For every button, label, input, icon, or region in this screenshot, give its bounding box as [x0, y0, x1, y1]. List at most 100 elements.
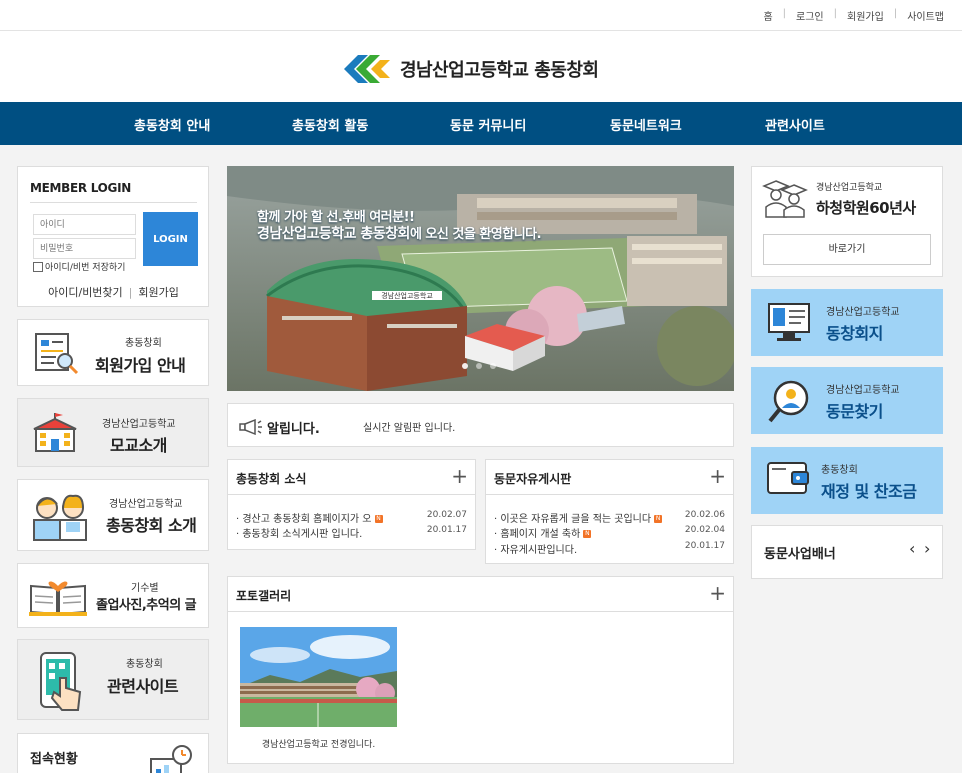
board-title: 총동창회 소식	[236, 472, 307, 486]
history-sub: 경남산업고등학교	[816, 183, 883, 193]
nav-network[interactable]: 동문네트워크	[610, 115, 682, 134]
list-item: · 홈페이지 개설 축하 N 20.02.04	[494, 525, 725, 540]
banner-line-2: 경남산업고등학교 총동창회에 오신 것을 환영합니다.	[257, 223, 542, 243]
card-related-sites[interactable]: 총동창회 관련사이트	[17, 639, 209, 720]
password-input[interactable]	[33, 238, 136, 259]
card-sub: 경남산업고등학교	[826, 307, 900, 318]
card-main: 관련사이트	[107, 677, 179, 696]
list-item: · 총동창회 소식게시판 입니다. 20.01.17	[236, 525, 467, 540]
post-title[interactable]: · 홈페이지 개설 축하 N	[494, 525, 592, 540]
post-date: 20.01.17	[426, 525, 467, 535]
new-badge-icon: N	[583, 530, 592, 538]
save-login-label: 아이디/비번 저장하기	[45, 263, 126, 273]
join-member-link[interactable]: 회원가입	[138, 286, 178, 299]
board-title: 동문자유게시판	[494, 472, 572, 486]
new-badge-icon: N	[374, 515, 383, 523]
history-book-box: 경남산업고등학교 하청학원60년사 바로가기	[751, 166, 943, 277]
card-signup-guide[interactable]: 총동창회 회원가입 안내	[17, 319, 209, 386]
main-banner-slideshow[interactable]: 경남산업고등학교 함께 가야 할 선.후배 여러분!! 경남산업고등학교 총동창…	[227, 166, 734, 391]
join-link[interactable]: 회원가입	[847, 8, 884, 23]
monitor-document-icon	[768, 303, 810, 341]
notice-bar: 알립니다. 실시간 알림판 입니다.	[227, 403, 734, 447]
students-icon	[33, 494, 87, 541]
card-sub: 총동창회	[821, 465, 858, 476]
nav-related-sites[interactable]: 관련사이트	[765, 115, 825, 134]
visitor-stats-title: 접속현황	[30, 752, 78, 767]
card-sub: 총동창회	[125, 338, 162, 349]
list-item: · 이곳은 자유롭게 글을 적는 곳입니다 N 20.02.06	[494, 510, 725, 525]
card-alumni-magazine[interactable]: 경남산업고등학교 동창회지	[751, 289, 943, 356]
login-button[interactable]: LOGIN	[143, 212, 198, 266]
card-main: 졸업사진,추억의 글	[96, 598, 197, 613]
find-account-link[interactable]: 아이디/비번찾기	[48, 286, 123, 299]
history-main: 하청학원60년사	[816, 199, 916, 217]
card-sub: 경남산업고등학교	[826, 385, 900, 396]
card-main: 동창회지	[826, 324, 883, 343]
logo-chevron-icon	[344, 55, 390, 83]
post-date: 20.01.17	[684, 541, 725, 551]
banner-highlight: 경남산업고등학교 총동창회	[257, 226, 410, 242]
card-main: 동문찾기	[826, 402, 883, 421]
more-plus-icon[interactable]: +	[451, 465, 468, 487]
post-title[interactable]: · 자유게시판입니다.	[494, 541, 577, 556]
nav-activities[interactable]: 총동창회 활동	[292, 115, 368, 134]
sitemap-link[interactable]: 사이트맵	[907, 8, 944, 23]
stats-chart-icon	[150, 745, 192, 773]
open-book-heart-icon	[29, 581, 87, 616]
card-sub: 총동창회	[126, 659, 163, 670]
main-nav: 총동창회 안내 총동창회 활동 동문 커뮤니티 동문네트워크 관련사이트	[0, 102, 962, 145]
gallery-thumbnail[interactable]	[240, 627, 397, 727]
site-title: 경남산업고등학교 총동창회	[400, 60, 599, 81]
card-alumni-intro[interactable]: 경남산업고등학교 총동창회 소개	[17, 479, 209, 551]
more-plus-icon[interactable]: +	[709, 582, 726, 604]
signup-form-icon	[35, 333, 79, 375]
gallery-caption: 경남산업고등학교 전경입니다.	[261, 740, 376, 750]
post-title[interactable]: · 이곳은 자유롭게 글을 적는 곳입니다 N	[494, 510, 663, 525]
wallet-icon	[767, 462, 809, 494]
photo-gallery: 포토갤러리 + 경남산업고등학교 전경입니다.	[227, 576, 734, 764]
chevron-right-icon[interactable]: ›	[924, 539, 930, 558]
new-badge-icon: N	[654, 515, 663, 523]
campus-aerial-photo: 경남산업고등학교	[227, 166, 734, 391]
banner-line-2-rest: 에 오신 것을 환영합니다.	[409, 227, 542, 242]
alumni-business-banner: 동문사업배너 ‹ ›	[751, 525, 943, 579]
more-plus-icon[interactable]: +	[709, 465, 726, 487]
notice-title: 알립니다.	[267, 422, 320, 437]
partner-banner-title: 동문사업배너	[764, 547, 836, 562]
card-sub: 경남산업고등학교	[102, 419, 176, 430]
login-box: MEMBER LOGIN LOGIN 아이디/비번 저장하기 아이디/비번찾기|…	[17, 166, 209, 307]
visitor-stats-box: 접속현황	[17, 733, 209, 773]
chevron-left-icon[interactable]: ‹	[909, 539, 915, 558]
card-find-alumni[interactable]: 경남산업고등학교 동문찾기	[751, 367, 943, 434]
save-login-checkbox[interactable]	[33, 261, 43, 272]
nav-about[interactable]: 총동창회 안내	[134, 115, 210, 134]
card-school-intro[interactable]: 경남산업고등학교 모교소개	[17, 398, 209, 467]
notice-text[interactable]: 실시간 알림판 입니다.	[363, 419, 455, 434]
site-logo[interactable]: 경남산업고등학교 총동창회	[344, 55, 599, 83]
list-item: · 자유게시판입니다. 20.01.17	[494, 541, 725, 556]
card-finance-donations[interactable]: 총동창회 재정 및 찬조금	[751, 447, 943, 514]
gym-sign-text: 경남산업고등학교	[381, 291, 433, 300]
home-link[interactable]: 홈	[763, 8, 772, 23]
site-header: 경남산업고등학교 총동창회	[0, 31, 962, 102]
megaphone-icon	[239, 419, 262, 435]
login-link[interactable]: 로그인	[796, 8, 824, 23]
login-title: MEMBER LOGIN	[30, 181, 132, 195]
campus-photo	[240, 627, 397, 727]
board-title: 포토갤러리	[236, 589, 292, 603]
alumni-news-board: 총동창회 소식 + · 경산고 총동창회 홈페이지가 오N 20.02.07 ·…	[227, 459, 476, 550]
login-links: 아이디/비번찾기 | 회원가입	[48, 286, 179, 299]
card-sub: 경남산업고등학교	[109, 499, 183, 510]
save-login-row: 아이디/비번 저장하기	[33, 260, 125, 273]
history-go-button[interactable]: 바로가기	[763, 234, 931, 265]
post-date: 20.02.07	[426, 510, 467, 520]
post-title[interactable]: · 총동창회 소식게시판 입니다.	[236, 525, 362, 540]
nav-community[interactable]: 동문 커뮤니티	[450, 115, 526, 134]
tablet-touch-icon	[40, 652, 82, 711]
post-title[interactable]: · 경산고 총동창회 홈페이지가 오N	[236, 510, 383, 525]
card-sub: 기수별	[131, 583, 159, 594]
card-graduation-photos[interactable]: 기수별 졸업사진,추억의 글	[17, 563, 209, 628]
id-input[interactable]	[33, 214, 136, 235]
free-board: 동문자유게시판 + · 이곳은 자유롭게 글을 적는 곳입니다 N 20.02.0…	[485, 459, 734, 564]
card-main: 재정 및 찬조금	[821, 482, 917, 501]
